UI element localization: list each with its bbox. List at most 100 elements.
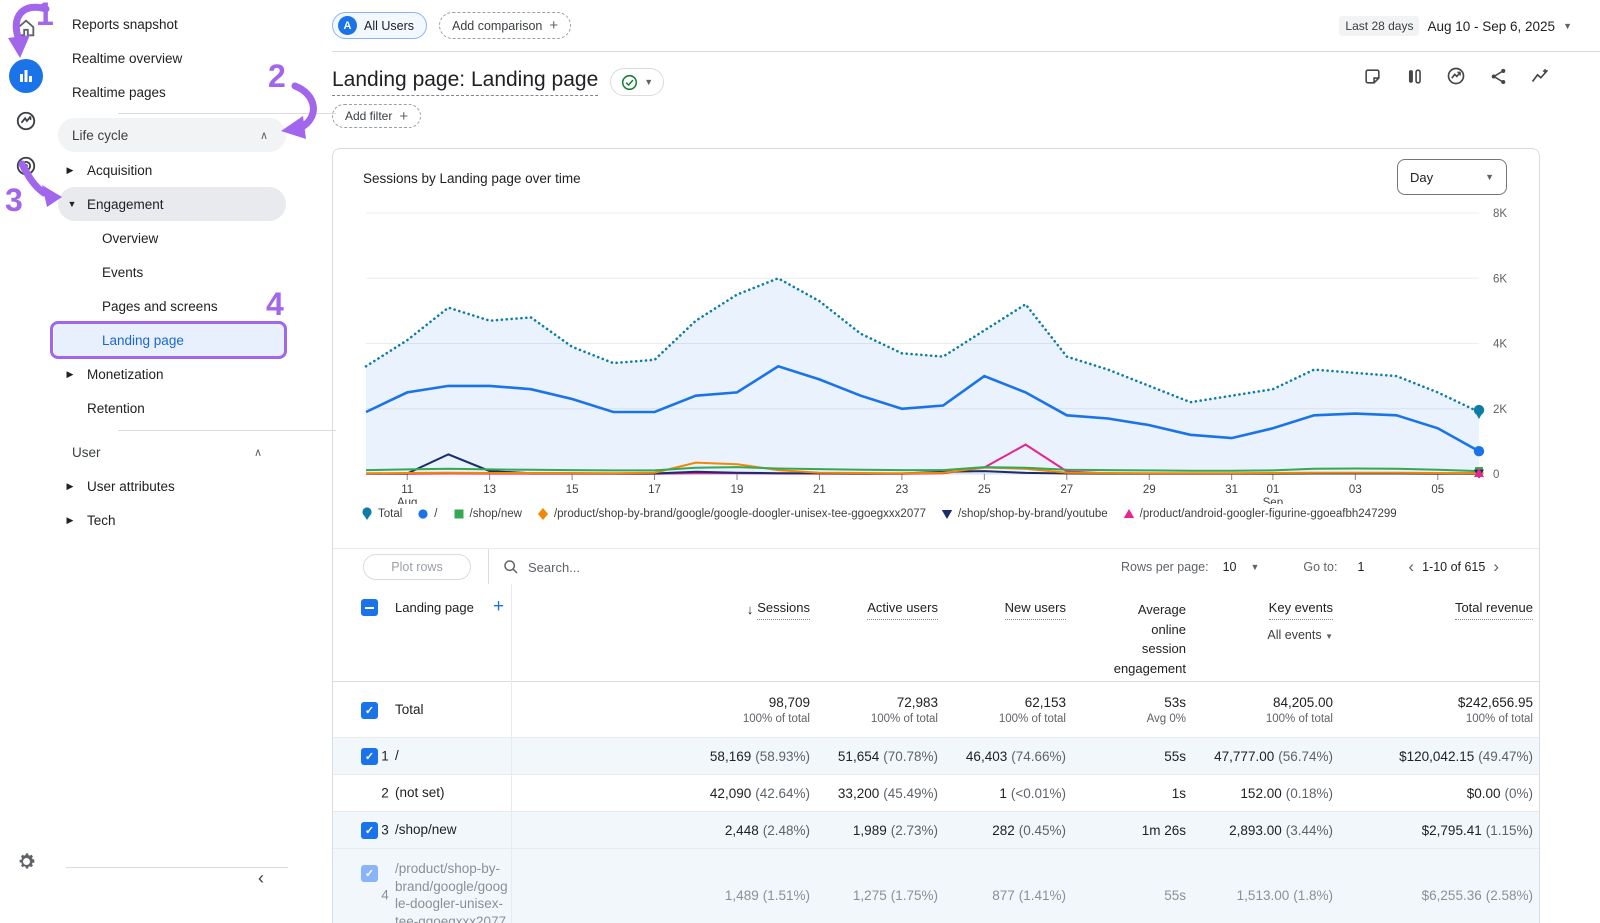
expand-caret-icon[interactable]: ▶ [64,165,76,176]
chevron-down-icon[interactable]: ▼ [1250,562,1259,572]
advertising-icon[interactable] [0,148,52,184]
collapse-chevron-icon[interactable]: ∧ [254,446,262,459]
sidebar-section-life-cycle[interactable]: Life cycle ∧ [58,118,286,152]
select-all-checkbox[interactable] [361,599,378,616]
legend-item[interactable]: /product/android-googler-figurine-ggoeaf… [1123,507,1397,521]
granularity-select[interactable]: Day ▼ [1397,159,1507,195]
sidebar-collapse-icon[interactable]: ‹ [258,868,264,889]
go-to-value[interactable]: 1 [1357,560,1364,574]
total-sub-label: 100% of total [743,713,810,725]
sidebar-item-label: Overview [102,231,158,246]
date-range-picker[interactable]: Last 28 days Aug 10 - Sep 6, 2025 ▼ [1339,0,1572,52]
column-label[interactable]: Key events [1269,600,1333,620]
column-label[interactable]: Active users [867,600,938,620]
reports-icon[interactable] [0,58,52,94]
total-row-checkbox[interactable]: ✓ [361,702,378,719]
svg-text:01: 01 [1266,484,1279,496]
sidebar-item-user-attributes[interactable]: ▶User attributes [52,469,286,503]
total-value: 53s [1164,695,1186,710]
metric-value: $6,255.36 [1422,888,1482,903]
sidebar-item-reports-snapshot[interactable]: Reports snapshot [52,7,286,41]
table-row[interactable]: ✓3/shop/new2,448(2.48%)1,989(2.73%)282(0… [333,812,1539,849]
new-users-header: New users [944,584,1072,681]
add-filter-button[interactable]: Add filter + [332,104,421,128]
key-cell: 152.00(0.18%) [1192,775,1339,811]
expand-caret-icon[interactable]: ▶ [64,515,76,526]
metric-value: 2,893.00 [1229,823,1282,838]
all-users-chip[interactable]: A All Users [332,12,427,39]
admin-gear-icon[interactable] [0,843,52,879]
table-row[interactable]: ✓1/58,169(58.93%)51,654(70.78%)46,403(74… [333,738,1539,775]
explore-icon[interactable] [0,103,52,139]
key-events-filter[interactable]: All events ▼ [1267,628,1333,642]
column-label[interactable]: Sessions [757,600,810,620]
rows-per-page-value[interactable]: 10 [1223,560,1237,574]
key-cell: 2,893.00 (3.44%) [1192,812,1339,848]
dimension-header-label[interactable]: Landing page [395,600,474,615]
row-checkbox[interactable]: ✓ [361,822,378,839]
table-row[interactable]: ✓4/product/shop-by-brand/google/google-d… [333,849,1539,923]
total-value: 98,709 [769,695,810,710]
share-icon[interactable] [1488,66,1508,86]
sidebar-item-realtime-overview[interactable]: Realtime overview [52,41,286,75]
key-total-cell: 84,205.00100% of total [1192,682,1339,737]
sidebar-item-label: Monetization [87,367,164,382]
column-label[interactable]: New users [1005,600,1066,620]
sparkline-insights-icon[interactable] [1530,66,1550,86]
add-comparison-button[interactable]: Add comparison + [439,12,571,39]
plot-rows-button[interactable]: Plot rows [363,554,471,580]
sidebar-item-pages-and-screens[interactable]: Pages and screens [52,289,286,323]
search-input[interactable] [528,560,728,575]
legend-item[interactable]: /shop/new [453,507,522,521]
report-table: Plot rows Rows per page: 10 ▼ Go to: 1 ‹… [333,548,1539,923]
comparison-bars-icon[interactable] [1404,66,1424,86]
date-range-label: Aug 10 - Sep 6, 2025 [1427,19,1555,34]
engagement-total-cell: 53sAvg 0% [1072,682,1192,737]
column-label[interactable]: Average online session engagement [1108,600,1186,678]
svg-text:27: 27 [1060,484,1073,496]
collapse-chevron-icon[interactable]: ∧ [260,129,268,142]
metric-percent: (1.8%) [1293,888,1333,903]
metric-percent: (0.18%) [1286,786,1333,801]
sidebar-item-overview[interactable]: Overview [52,221,286,255]
data-quality-button[interactable]: ▼ [610,68,664,96]
svg-text:8K: 8K [1493,208,1507,220]
collapse-caret-icon[interactable]: ▼ [66,199,78,209]
chart-legend: Total / /shop/new/product/shop-by-brand/go… [361,507,1529,521]
total-label: Total [395,702,424,717]
sidebar-item-engagement[interactable]: ▼Engagement [58,187,286,221]
next-page-icon[interactable]: › [1489,557,1503,577]
legend-item[interactable]: / [417,507,437,521]
notes-icon[interactable] [1362,66,1382,86]
expand-caret-icon[interactable]: ▶ [64,369,76,380]
sidebar-item-tech[interactable]: ▶ Tech [52,503,286,537]
sessions-line-chart[interactable]: 02K4K6K8K11Aug1315171921232527293101Sep0… [333,199,1541,504]
sidebar-item-events[interactable]: Events [52,255,286,289]
metric-percent: (1.41%) [1019,888,1066,903]
expand-caret-icon[interactable]: ▶ [64,481,76,492]
sidebar-section-user[interactable]: User ∧ [52,435,286,469]
row-checkbox[interactable]: ✓ [361,865,378,882]
sidebar-item-label: Tech [87,513,116,528]
prev-page-icon[interactable]: ‹ [1404,557,1418,577]
metric-percent: (2.58%) [1486,888,1533,903]
add-dimension-icon[interactable]: + [493,596,504,618]
sidebar-item-monetization[interactable]: ▶ Monetization [52,357,286,391]
row-checkbox[interactable]: ✓ [361,748,378,765]
sidebar-item-acquisition[interactable]: ▶Acquisition [52,153,286,187]
metric-percent: (3.44%) [1286,823,1333,838]
legend-item[interactable]: /shop/shop-by-brand/youtube [941,507,1108,521]
svg-text:13: 13 [483,484,496,496]
page-title[interactable]: Landing page: Landing page [332,68,598,96]
legend-item[interactable]: Total [361,507,402,521]
sessions-cell: 2,448(2.48%) [511,812,816,848]
sidebar-bottom-divider [66,867,288,868]
legend-item[interactable]: /product/shop-by-brand/google/google-doo… [537,507,926,521]
sidebar-item-retention[interactable]: Retention [52,391,286,425]
insights-icon[interactable] [1446,66,1466,86]
metric-value: 1s [1172,786,1186,801]
sidebar-item-landing-page[interactable]: Landing page [54,323,286,357]
column-label[interactable]: Total revenue [1455,600,1533,620]
sidebar-item-realtime-pages[interactable]: Realtime pages [52,75,286,109]
table-row[interactable]: 2(not set)42,090(42.64%)33,200(45.49%)1(… [333,775,1539,812]
